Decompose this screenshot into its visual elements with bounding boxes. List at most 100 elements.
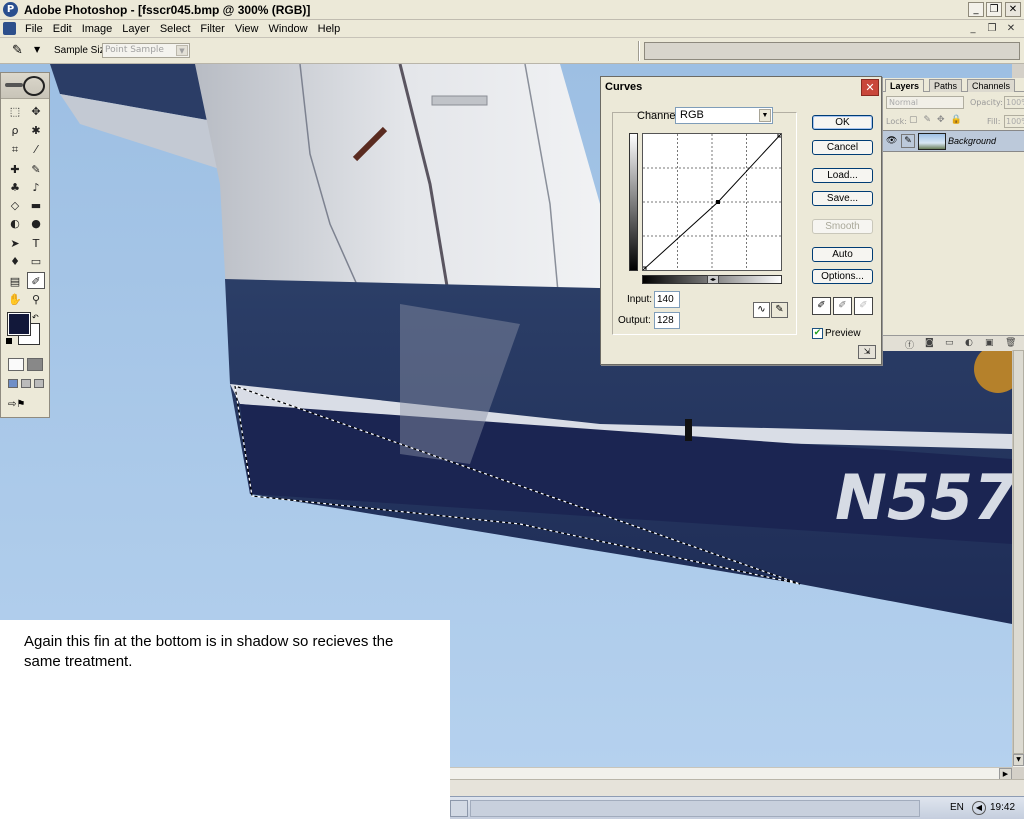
swap-colors-icon[interactable]: ↶ bbox=[32, 313, 39, 322]
curves-close-button[interactable]: ✕ bbox=[861, 79, 879, 96]
eye-icon[interactable]: 👁 bbox=[886, 136, 897, 146]
layer-mask-icon[interactable]: ◙ bbox=[925, 338, 934, 348]
menu-help[interactable]: Help bbox=[313, 22, 346, 36]
pencil-tool-icon[interactable]: ✎ bbox=[771, 302, 788, 318]
black-point-eyedropper-icon[interactable]: ✐ bbox=[812, 297, 831, 315]
tab-channels[interactable]: Channels bbox=[967, 79, 1016, 92]
menu-image[interactable]: Image bbox=[77, 22, 118, 36]
palette-well[interactable] bbox=[644, 42, 1020, 60]
menu-window[interactable]: Window bbox=[264, 22, 313, 36]
standard-mode-button[interactable] bbox=[8, 358, 24, 371]
layer-style-icon[interactable]: ⓕ bbox=[905, 338, 914, 351]
eyedropper-icon[interactable]: ✎ bbox=[12, 43, 30, 59]
curves-title-bar[interactable]: Curves ✕ bbox=[601, 77, 881, 98]
input-field[interactable]: 140 bbox=[654, 291, 680, 308]
close-button[interactable]: ✕ bbox=[1005, 2, 1021, 17]
document-icon[interactable] bbox=[3, 22, 16, 35]
brush-tool-icon[interactable]: ✎ bbox=[27, 161, 45, 178]
brush-icon: ✎ bbox=[901, 134, 915, 148]
type-tool-icon[interactable]: T bbox=[27, 235, 45, 252]
tray-icon[interactable]: ◀ bbox=[972, 801, 986, 815]
gradient-tool-icon[interactable]: ▬ bbox=[27, 197, 45, 214]
menu-select[interactable]: Select bbox=[155, 22, 196, 36]
pen-tool-icon[interactable]: ♦ bbox=[6, 253, 24, 270]
new-layer-icon[interactable]: ▣ bbox=[985, 338, 994, 348]
blur-tool-icon[interactable]: ◐ bbox=[6, 215, 24, 232]
stamp-tool-icon[interactable]: ♣ bbox=[6, 179, 24, 196]
channel-select[interactable]: RGB ▼ bbox=[675, 107, 773, 124]
save-button[interactable]: Save... bbox=[812, 191, 873, 206]
shape-tool-icon[interactable]: ▭ bbox=[27, 253, 45, 270]
smooth-button[interactable]: Smooth bbox=[812, 219, 873, 234]
fill-field[interactable]: 100% bbox=[1004, 115, 1024, 128]
lock-icons[interactable]: ▢✎✥🔒 bbox=[909, 115, 968, 125]
horizontal-scrollbar[interactable]: ▶ bbox=[450, 767, 1012, 780]
options-button[interactable]: Options... bbox=[812, 269, 873, 284]
gradient-toggle-icon[interactable]: ◂▸ bbox=[707, 275, 719, 284]
minimize-button[interactable]: _ bbox=[968, 2, 984, 17]
curve-graph[interactable] bbox=[641, 132, 783, 272]
curve-tool-icon[interactable]: ∿ bbox=[753, 302, 770, 318]
opacity-field[interactable]: 100% bbox=[1004, 96, 1024, 109]
notes-tool-icon[interactable]: ▤ bbox=[6, 273, 24, 290]
photoshop-icon[interactable]: P bbox=[3, 2, 18, 17]
zoom-tool-icon[interactable]: ⚲ bbox=[27, 291, 45, 308]
crop-tool-icon[interactable]: ⌗ bbox=[6, 141, 24, 158]
path-select-icon[interactable]: ➤ bbox=[6, 235, 24, 252]
layer-row-background[interactable]: 👁 ✎ Background bbox=[883, 130, 1024, 152]
lasso-tool-icon[interactable]: ρ bbox=[6, 122, 24, 139]
sample-size-select[interactable]: Point Sample ▼ bbox=[102, 43, 190, 58]
layer-set-icon[interactable]: ▭ bbox=[945, 338, 954, 348]
vertical-scroll-thumb[interactable] bbox=[1013, 350, 1024, 754]
slice-tool-icon[interactable]: ⁄ bbox=[27, 141, 45, 158]
full-screen-menu-icon[interactable] bbox=[21, 379, 31, 388]
gray-point-eyedropper-icon[interactable]: ✐ bbox=[833, 297, 852, 315]
jump-to-imageready-icon[interactable]: ⇨⚑ bbox=[8, 399, 42, 413]
menu-layer[interactable]: Layer bbox=[117, 22, 155, 36]
taskbar-slot[interactable] bbox=[470, 800, 920, 817]
dodge-tool-icon[interactable]: ● bbox=[27, 215, 45, 232]
hand-tool-icon[interactable]: ✋ bbox=[6, 291, 24, 308]
preview-checkbox[interactable]: ✔ bbox=[812, 328, 823, 339]
auto-button[interactable]: Auto bbox=[812, 247, 873, 262]
restore-button[interactable]: ❐ bbox=[986, 2, 1002, 17]
taskbar-button[interactable] bbox=[450, 800, 468, 817]
menu-edit[interactable]: Edit bbox=[48, 22, 77, 36]
curve-control-point[interactable] bbox=[716, 200, 720, 204]
doc-restore-button[interactable]: ❐ bbox=[985, 22, 999, 35]
menu-view[interactable]: View bbox=[230, 22, 264, 36]
scroll-down-icon[interactable]: ▼ bbox=[1013, 754, 1024, 766]
expand-dialog-icon[interactable]: ⇲ bbox=[858, 345, 876, 359]
menu-filter[interactable]: Filter bbox=[195, 22, 229, 36]
foreground-color-swatch[interactable] bbox=[7, 312, 31, 336]
healing-brush-icon[interactable]: ✚ bbox=[6, 161, 24, 178]
full-screen-icon[interactable] bbox=[34, 379, 44, 388]
adjustment-layer-icon[interactable]: ◐ bbox=[965, 338, 973, 348]
quickmask-mode-button[interactable] bbox=[27, 358, 43, 371]
magic-wand-icon[interactable]: ✱ bbox=[27, 122, 45, 139]
white-point-eyedropper-icon[interactable]: ✐ bbox=[854, 297, 873, 315]
move-tool-icon[interactable]: ✥ bbox=[27, 103, 45, 120]
doc-minimize-button[interactable]: _ bbox=[966, 22, 980, 35]
tab-paths[interactable]: Paths bbox=[929, 79, 963, 92]
trash-icon[interactable]: 🗑 bbox=[1005, 338, 1016, 348]
language-indicator[interactable]: EN bbox=[950, 802, 964, 813]
blend-mode-select[interactable]: Normal bbox=[886, 96, 964, 109]
output-field[interactable]: 128 bbox=[654, 312, 680, 329]
history-brush-icon[interactable]: ♪ bbox=[27, 179, 45, 196]
default-colors-icon[interactable] bbox=[6, 338, 12, 344]
load-button[interactable]: Load... bbox=[812, 168, 873, 183]
options-bar: ✎ ▼ Sample Size: Point Sample ▼ bbox=[0, 38, 1024, 64]
cancel-button[interactable]: Cancel bbox=[812, 140, 873, 155]
doc-close-button[interactable]: ✕ bbox=[1004, 22, 1018, 35]
ok-button[interactable]: OK bbox=[812, 115, 873, 130]
eraser-tool-icon[interactable]: ◇ bbox=[6, 197, 24, 214]
vertical-scrollbar[interactable]: ▼ bbox=[1012, 350, 1024, 767]
tools-header[interactable] bbox=[1, 73, 49, 99]
tool-preset-arrow-icon[interactable]: ▼ bbox=[34, 45, 40, 54]
standard-screen-icon[interactable] bbox=[8, 379, 18, 388]
menu-file[interactable]: File bbox=[20, 22, 48, 36]
marquee-tool-icon[interactable]: ⬚ bbox=[6, 103, 24, 120]
tab-layers[interactable]: Layers bbox=[885, 79, 925, 92]
eyedropper-tool-icon[interactable]: ✐ bbox=[27, 272, 45, 289]
